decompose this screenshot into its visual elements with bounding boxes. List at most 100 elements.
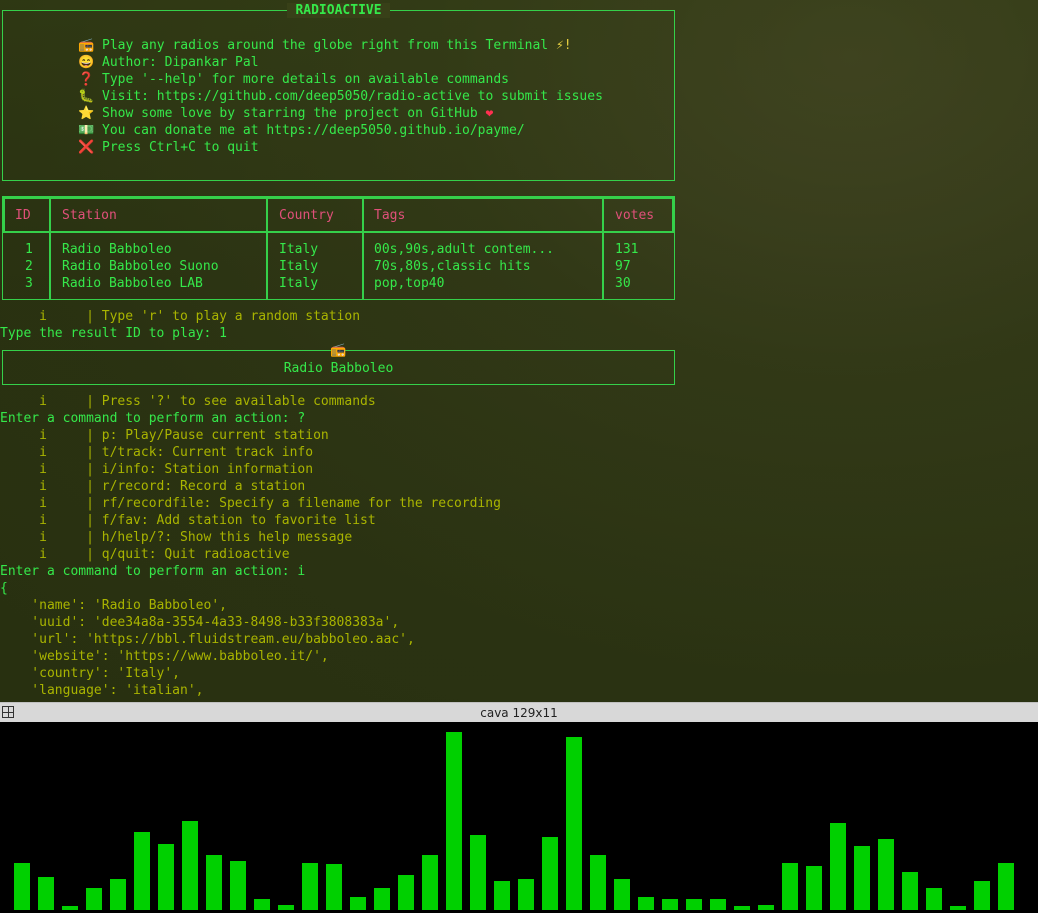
table-cell: 30 [615, 276, 631, 291]
visualizer-bar [854, 846, 870, 910]
header-tags: Tags [374, 208, 406, 223]
visualizer-bar [230, 861, 246, 910]
prompt-command-help[interactable]: Enter a command to perform an action: ? [0, 410, 305, 427]
prompt-command-info[interactable]: Enter a command to perform an action: i [0, 563, 305, 580]
header-station: Station [62, 208, 117, 223]
help-item: i | f/fav: Add station to favorite list [0, 513, 376, 528]
header-country: Country [279, 208, 334, 223]
banner-line-text: Type '--help' for more details on availa… [102, 72, 509, 87]
table-cell: Radio Babboleo Suono [62, 259, 219, 274]
banner-line-text: You can donate me at https://deep5050.gi… [102, 123, 525, 138]
visualizer-bar [926, 888, 942, 910]
help-item: i | q/quit: Quit radioactive [0, 547, 290, 562]
now-playing-panel: 📻 Radio Babboleo [2, 344, 675, 385]
visualizer-bar [62, 906, 78, 910]
terminal-pane[interactable]: RADIOACTIVE 📻 Play any radios around the … [0, 0, 1038, 702]
visualizer-bar [782, 863, 798, 910]
banner-line-text: Play any radios around the globe right f… [102, 38, 556, 53]
question-icon: ❓ [78, 72, 95, 87]
table-cell: Italy [279, 259, 319, 274]
banner-line: ❌ Press Ctrl+C to quit [78, 139, 603, 156]
visualizer-bar [254, 899, 270, 910]
table-cell: 70s,80s,classic hits [374, 259, 531, 274]
search-results-table: ID Station Country Tags votes 1 Radio Bab… [2, 196, 675, 300]
visualizer-bar [542, 837, 558, 910]
visualizer-bar [14, 863, 30, 910]
visualizer-bar [614, 879, 630, 910]
visualizer-bar [350, 897, 366, 910]
visualizer-bar [662, 899, 678, 910]
visualizer-bar [206, 855, 222, 910]
info-item: 'name': 'Radio Babboleo', [0, 598, 227, 613]
table-cell: Italy [279, 276, 319, 291]
visualizer-bar [686, 899, 702, 910]
visualizer-bar [950, 906, 966, 910]
banner-line: ❓ Type '--help' for more details on avail… [78, 71, 603, 88]
visualizer-bar [494, 881, 510, 910]
cava-titlebar[interactable]: cava 129x11 [0, 702, 1038, 723]
star-icon: ⭐ [78, 106, 95, 121]
info-item: 'uuid': 'dee34a8a-3554-4a33-8498-b33f380… [0, 615, 400, 630]
info-item: 'language': 'italian', [0, 683, 204, 698]
visualizer-bar [638, 897, 654, 910]
visualizer-bar [38, 877, 54, 910]
radio-icon: 📻 [78, 38, 95, 53]
banner-line: 🐛 Visit: https://github.com/deep5050/radi… [78, 88, 603, 105]
visualizer-bar [998, 863, 1014, 910]
visualizer-bar [710, 899, 726, 910]
info-item: 'website': 'https://www.babboleo.it/', [0, 649, 329, 664]
banner-line-text: Author: Dipankar Pal [102, 55, 259, 70]
lightning-icon: ⚡! [555, 38, 572, 53]
visualizer-bar [422, 855, 438, 910]
banner-line: ⭐ Show some love by starring the project … [78, 105, 603, 122]
help-item: i | p: Play/Pause current station [0, 428, 329, 443]
audio-visualizer [0, 722, 1038, 913]
money-icon: 💵 [78, 123, 95, 138]
json-open-brace: { [0, 581, 8, 596]
table-cell: 3 [25, 276, 33, 291]
table-cell: 2 [25, 259, 33, 274]
visualizer-bar [566, 737, 582, 910]
visualizer-bar [158, 844, 174, 910]
banner-line-text: Show some love by starring the project o… [102, 106, 486, 121]
visualizer-bar [878, 839, 894, 910]
banner-line: 😄 Author: Dipankar Pal [78, 54, 603, 71]
visualizer-bar [470, 835, 486, 910]
info-item: 'url': 'https://bbl.fluidstream.eu/babbo… [0, 632, 415, 647]
cross-icon: ❌ [78, 140, 95, 155]
table-cell: Radio Babboleo [62, 242, 172, 257]
banner-line-text: Visit: https://github.com/deep5050/radio… [102, 89, 603, 104]
table-cell: pop,top40 [374, 276, 445, 291]
help-item: i | h/help/?: Show this help message [0, 530, 353, 545]
table-cell: 131 [615, 242, 639, 257]
help-item: i | rf/recordfile: Specify a filename fo… [0, 496, 501, 511]
visualizer-bar [974, 881, 990, 910]
banner-lines: 📻 Play any radios around the globe right … [78, 37, 603, 156]
visualizer-bar [518, 879, 534, 910]
radio-icon: 📻 [330, 343, 347, 358]
visualizer-bar [110, 879, 126, 910]
hint-help: i | Press '?' to see available commands [0, 394, 376, 409]
visualizer-bar [278, 905, 294, 910]
visualizer-bar [758, 905, 774, 910]
visualizer-bar [326, 864, 342, 910]
info-item: 'country': 'Italy', [0, 666, 181, 681]
heart-icon: ❤ [485, 106, 494, 121]
header-id: ID [15, 208, 31, 223]
table-cell: 00s,90s,adult contem... [374, 242, 555, 257]
visualizer-bar [398, 875, 414, 910]
welcome-banner: RADIOACTIVE 📻 Play any radios around the … [2, 3, 675, 181]
banner-title: RADIOACTIVE [287, 3, 390, 18]
help-item: i | t/track: Current track info [0, 445, 314, 460]
table-cell: 1 [25, 242, 33, 257]
visualizer-bar [902, 872, 918, 910]
prompt-result-id[interactable]: Type the result ID to play: 1 [0, 325, 227, 342]
banner-line: 💵 You can donate me at https://deep5050.g… [78, 122, 603, 139]
visualizer-bar [830, 823, 846, 910]
smile-icon: 😄 [78, 55, 95, 70]
header-votes: votes [615, 208, 655, 223]
banner-line-text: Press Ctrl+C to quit [102, 140, 259, 155]
banner-line: 📻 Play any radios around the globe right … [78, 37, 603, 54]
help-item: i | r/record: Record a station [0, 479, 306, 494]
table-cell: Radio Babboleo LAB [62, 276, 203, 291]
